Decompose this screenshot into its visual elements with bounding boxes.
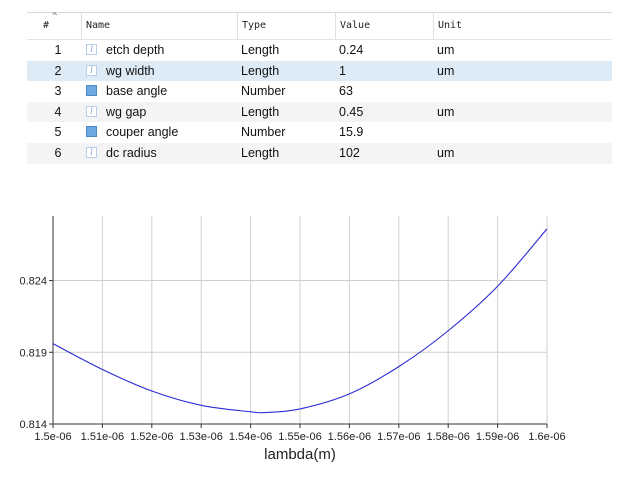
column-header-unit[interactable]: Unit (433, 13, 612, 39)
text-icon: l (86, 105, 97, 117)
number-icon (86, 126, 97, 138)
x-tick-label: 1.55e-06 (278, 431, 321, 443)
parameter-table: ^ # Name Type Value Unit 1 etch depth Leng… (27, 12, 612, 164)
parameter-unit: um (437, 43, 455, 57)
parameter-type: Number (241, 84, 286, 99)
table-row[interactable]: 2 wg width Length 1 um l (27, 60, 612, 82)
parameter-value[interactable]: 0.24 (339, 40, 363, 61)
row-index: 2 (54, 63, 62, 78)
column-header-index[interactable]: # (39, 13, 81, 39)
x-tick-label: 1.58e-06 (426, 431, 469, 443)
parameter-unit: um (437, 104, 455, 119)
x-tick-label: 1.52e-06 (130, 431, 173, 443)
parameter-value[interactable]: 63 (339, 81, 353, 102)
parameter-type: Length (241, 145, 280, 160)
parameter-name[interactable]: wg gap (106, 102, 146, 123)
parameter-type: Length (241, 43, 280, 57)
parameter-type: Length (241, 104, 280, 119)
row-index: 5 (54, 125, 62, 140)
x-tick-label: 1.51e-06 (81, 431, 124, 443)
x-tick-label: 1.54e-06 (229, 431, 272, 443)
x-tick-label: 1.6e-06 (528, 431, 565, 443)
row-index: 1 (54, 43, 62, 57)
table-row[interactable]: 4 wg gap Length 0.45 um l (27, 101, 612, 123)
parameter-name[interactable]: dc radius (106, 143, 157, 164)
chart-axes (49, 216, 548, 428)
row-index: 3 (54, 84, 62, 99)
parameter-unit: um (437, 63, 455, 78)
parameter-name[interactable]: couper angle (106, 122, 178, 143)
y-tick-label: 0.819 (19, 347, 47, 359)
parameter-value[interactable]: 1 (339, 61, 346, 82)
parameter-name[interactable]: etch depth (106, 40, 164, 61)
parameter-value[interactable]: 15.9 (339, 122, 363, 143)
table-row[interactable]: 6 dc radius Length 102 um l (27, 142, 612, 164)
x-tick-label: 1.5e-06 (34, 431, 71, 443)
parameter-value[interactable]: 102 (339, 143, 360, 164)
y-tick-label: 0.814 (19, 419, 47, 431)
x-tick-label: 1.57e-06 (377, 431, 420, 443)
x-tick-label: 1.56e-06 (328, 431, 371, 443)
number-icon (86, 85, 97, 97)
parameter-type: Length (241, 63, 280, 78)
table-row[interactable]: 3 base angle Number 63 (27, 81, 612, 102)
x-tick-label: 1.59e-06 (476, 431, 519, 443)
parameter-type: Number (241, 125, 286, 140)
table-row[interactable]: 1 etch depth Length 0.24 um l (27, 40, 612, 61)
column-header-type[interactable]: Type (237, 13, 335, 39)
parameter-name[interactable]: base angle (106, 81, 167, 102)
text-icon: l (86, 44, 97, 55)
column-header-value[interactable]: Value (335, 13, 433, 39)
y-tick-label: 0.824 (19, 276, 47, 288)
text-icon: l (86, 146, 97, 158)
line-chart: 1.5e-06 1.51e-06 1.52e-06 1.53e-06 1.54e-06 1… (19, 216, 566, 463)
x-tick-label: 1.53e-06 (179, 431, 222, 443)
chart-grid (52, 216, 548, 425)
row-index: 6 (54, 145, 62, 160)
table-body: 1 etch depth Length 0.24 um l 2 wg width Length 1… (27, 40, 612, 164)
column-header-name[interactable]: Name (81, 13, 237, 39)
parameter-value[interactable]: 0.45 (339, 102, 363, 123)
table-header: ^ # Name Type Value Unit (27, 12, 612, 40)
parameter-name[interactable]: wg width (106, 61, 155, 82)
parameter-unit: um (437, 145, 455, 160)
text-icon: l (86, 64, 97, 76)
chart-ticks: 1.5e-06 1.51e-06 1.52e-06 1.53e-06 1.54e-06 1… (19, 276, 565, 443)
table-row[interactable]: 5 couper angle Number 15.9 (27, 122, 612, 143)
row-index: 4 (54, 104, 62, 119)
x-axis-label: lambda(m) (264, 446, 336, 463)
